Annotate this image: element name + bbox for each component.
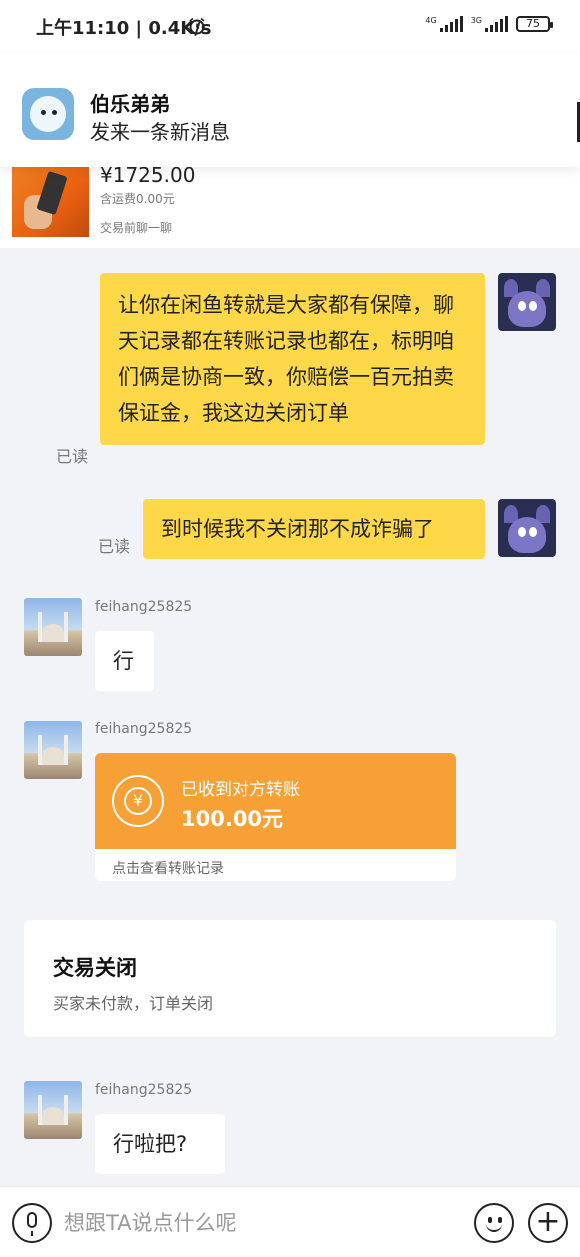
- contact-nickname: feihang25825: [95, 1082, 193, 1098]
- message-text: 到时候我不关闭那不成诈骗了: [161, 517, 434, 541]
- product-shipping: 含运费0.00元: [100, 192, 175, 206]
- alarm-clock-icon: [189, 17, 205, 35]
- message-bubble-self[interactable]: 让你在闲鱼转就是大家都有保障，聊天记录都在转账记录也都在，标明咱们俩是协商一致，…: [100, 273, 485, 445]
- transfer-amount: 100.00元: [181, 807, 284, 831]
- signal-4g-icon: 4G: [425, 16, 463, 32]
- plus-icon[interactable]: +: [528, 1203, 568, 1243]
- status-bar: 上午11:10 | 0.4K/s 4G 3G 75: [0, 0, 580, 52]
- yuan-coin-icon: ¥: [112, 775, 164, 827]
- contact-nickname: feihang25825: [95, 721, 193, 737]
- read-receipt: 已读: [98, 537, 131, 556]
- transfer-card-header: ¥ 已收到对方转账 100.00元: [95, 753, 456, 849]
- message-bubble-other[interactable]: 行啦把?: [95, 1114, 225, 1174]
- order-status-title: 交易关闭: [53, 956, 137, 980]
- product-chat-hint: 交易前聊一聊: [100, 221, 173, 235]
- status-icons: 4G 3G 75: [425, 16, 553, 32]
- chat-input-bar: +: [0, 1186, 580, 1257]
- message-text: 让你在闲鱼转就是大家都有保障，聊天记录都在转账记录也都在，标明咱们俩是协商一致，…: [118, 293, 454, 425]
- self-avatar[interactable]: [498, 273, 556, 331]
- transfer-status: 已收到对方转账: [181, 780, 300, 800]
- contact-avatar[interactable]: [24, 721, 82, 779]
- message-bubble-other[interactable]: 行: [95, 631, 154, 691]
- status-time: 上午11:10 | 0.4K/s: [36, 18, 212, 39]
- order-status-card[interactable]: 交易关闭 买家未付款，订单关闭: [24, 920, 556, 1037]
- message-bubble-self[interactable]: 到时候我不关闭那不成诈骗了: [143, 499, 485, 559]
- message-notification[interactable]: 伯乐弟弟 发来一条新消息: [0, 52, 580, 167]
- read-receipt: 已读: [56, 447, 89, 466]
- message-text: 行: [113, 649, 134, 673]
- notification-title: 伯乐弟弟: [90, 92, 170, 116]
- transfer-card[interactable]: ¥ 已收到对方转账 100.00元 点击查看转账记录: [95, 753, 456, 881]
- product-card[interactable]: ¥1725.00 含运费0.00元 交易前聊一聊: [0, 163, 580, 248]
- notification-body: 发来一条新消息: [90, 120, 230, 144]
- battery-indicator: 75: [516, 16, 553, 32]
- message-input[interactable]: [64, 1205, 454, 1241]
- order-status-subtitle: 买家未付款，订单关闭: [53, 994, 214, 1013]
- transfer-record-link[interactable]: 点击查看转账记录: [112, 858, 224, 878]
- signal-3g-icon: 3G: [471, 16, 508, 32]
- message-text: 行啦把?: [113, 1132, 188, 1156]
- contact-avatar[interactable]: [24, 1081, 82, 1139]
- microphone-icon[interactable]: [12, 1203, 52, 1243]
- emoji-icon[interactable]: [474, 1203, 514, 1243]
- contact-avatar[interactable]: [24, 598, 82, 656]
- product-thumbnail[interactable]: [12, 167, 89, 237]
- self-avatar[interactable]: [498, 499, 556, 557]
- contact-nickname: feihang25825: [95, 599, 193, 615]
- app-mascot-icon: [22, 88, 74, 140]
